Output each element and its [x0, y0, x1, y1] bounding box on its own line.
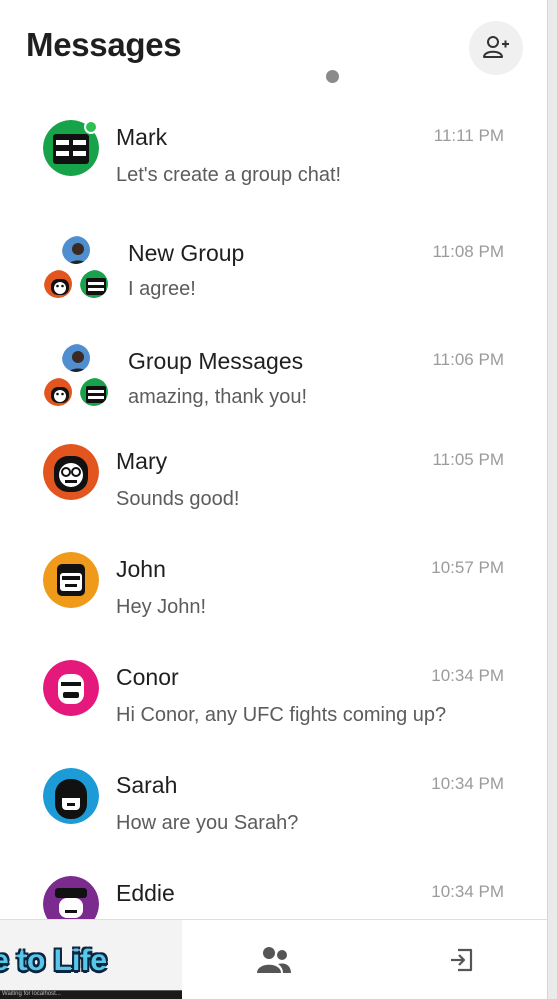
contact-name: John	[116, 556, 166, 582]
conversation-row[interactable]: New Group 11:08 PM I agree!	[0, 208, 547, 316]
avatar	[60, 342, 92, 374]
person-add-icon	[483, 36, 509, 58]
avatar	[78, 268, 110, 300]
logout-button[interactable]	[441, 938, 485, 982]
conversation-list[interactable]: Mark 11:11 PM Let's create a group chat!…	[0, 100, 547, 920]
message-time: 10:57 PM	[431, 558, 504, 577]
message-preview: amazing, thank you!	[128, 386, 307, 408]
add-contact-button[interactable]	[469, 21, 523, 75]
page-title: Messages	[26, 26, 182, 63]
nav-tab-messages[interactable]: e to Life Waiting for localhost...	[0, 920, 182, 999]
browser-status-bar: Waiting for localhost...	[0, 990, 182, 999]
avatar	[60, 234, 92, 266]
message-time: 11:11 PM	[433, 126, 504, 145]
conversation-row[interactable]: Sarah 10:34 PM How are you Sarah?	[0, 748, 547, 856]
message-time: 11:05 PM	[432, 450, 504, 469]
avatar	[43, 768, 99, 824]
avatar	[43, 552, 99, 608]
conversation-row[interactable]: John 10:57 PM Hey John!	[0, 532, 547, 640]
bottom-nav: e to Life Waiting for localhost...	[0, 919, 547, 999]
message-time: 10:34 PM	[431, 666, 504, 685]
conversation-row[interactable]: Conor 10:34 PM Hi Conor, any UFC fights …	[0, 640, 547, 748]
messages-screen: Messages Mark 11:11 PM Let's create a gr…	[0, 0, 557, 999]
avatar	[42, 376, 74, 408]
message-preview: Sounds good!	[116, 488, 240, 510]
online-indicator	[84, 120, 98, 134]
conversation-row[interactable]: Mary 11:05 PM Sounds good!	[0, 424, 547, 532]
status-text: Waiting for localhost...	[2, 991, 61, 997]
message-preview: How are you Sarah?	[116, 812, 299, 834]
nav-tab-contacts[interactable]	[252, 938, 296, 982]
message-preview: I agree!	[128, 278, 196, 300]
group-avatar	[42, 342, 114, 412]
scroll-indicator-dot	[326, 70, 339, 83]
avatar	[42, 268, 74, 300]
contact-name: Group Messages	[128, 348, 304, 374]
conversation-row[interactable]: Mark 11:11 PM Let's create a group chat!	[0, 100, 547, 208]
message-time: 10:34 PM	[431, 774, 504, 793]
message-preview: Let's create a group chat!	[116, 164, 342, 186]
message-time: 11:08 PM	[432, 242, 504, 261]
conversation-row[interactable]: Eddie 10:34 PM	[0, 856, 547, 920]
avatar	[43, 444, 99, 500]
message-time: 10:34 PM	[431, 882, 504, 901]
contact-name: New Group	[128, 240, 245, 266]
avatar	[78, 376, 110, 408]
message-preview: Hi Conor, any UFC fights coming up?	[116, 704, 447, 726]
contact-name: Eddie	[116, 880, 175, 906]
contact-name: Mark	[116, 124, 168, 150]
contact-name: Sarah	[116, 772, 178, 798]
avatar	[43, 876, 99, 920]
window-edge	[547, 0, 557, 999]
conversation-row[interactable]: Group Messages 11:06 PM amazing, thank y…	[0, 316, 547, 424]
video-caption-overlay: e to Life	[0, 944, 108, 977]
contact-name: Mary	[116, 448, 168, 474]
people-icon	[257, 947, 291, 973]
header: Messages	[0, 0, 547, 92]
group-avatar	[42, 234, 114, 304]
message-preview: Hey John!	[116, 596, 207, 618]
avatar	[43, 660, 99, 716]
logout-icon	[451, 948, 473, 972]
contact-name: Conor	[116, 664, 179, 690]
message-time: 11:06 PM	[432, 350, 504, 369]
